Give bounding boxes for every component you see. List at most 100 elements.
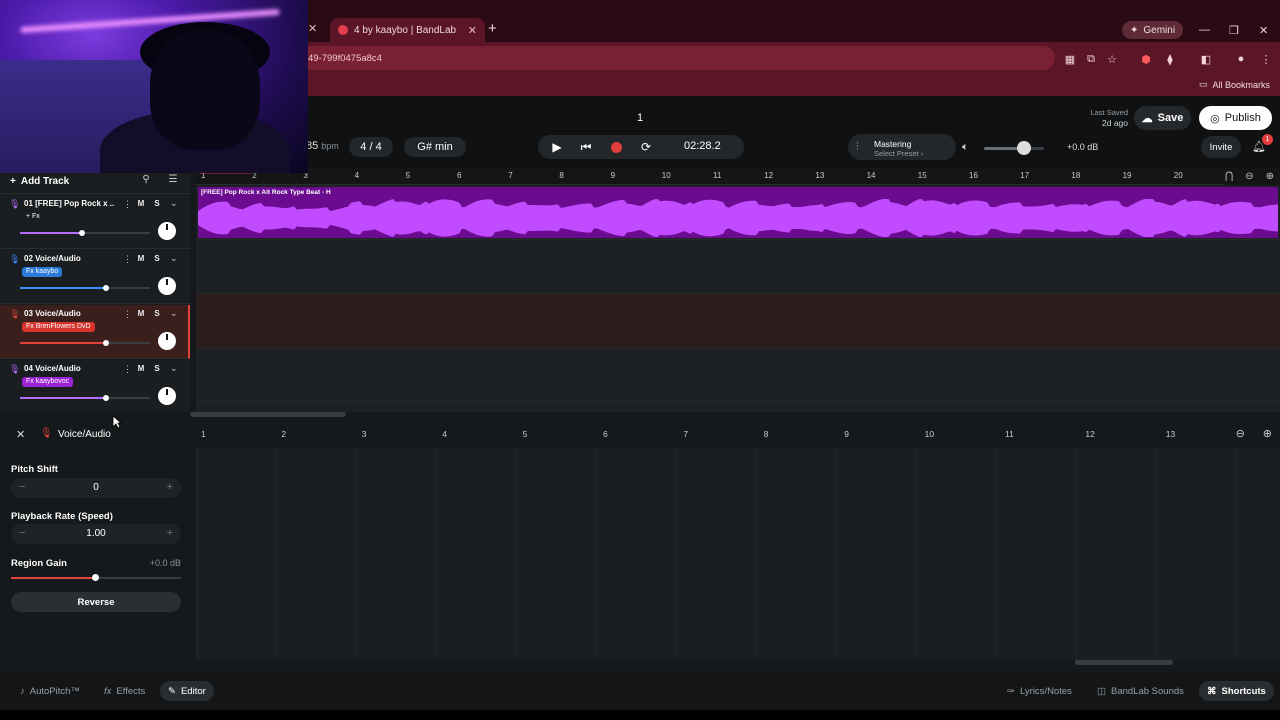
master-volume-knob[interactable] (1017, 141, 1031, 155)
editor-zoom-in-icon[interactable]: ⊕ (1263, 427, 1272, 440)
arrangement-scrollbar[interactable] (190, 412, 346, 417)
track-volume-knob[interactable] (102, 340, 109, 346)
track-header[interactable]: 🎙︎ 03 Voice/Audio Fx BrenFlowers DvD ⋮ M S ⌄ (0, 305, 190, 359)
track-fx-chip[interactable]: Fx kaaybovoc (22, 377, 74, 387)
track-pan-knob[interactable] (158, 332, 176, 350)
close-window-icon[interactable]: ✕ (1259, 24, 1268, 37)
magnet-snap-icon[interactable]: ⋂ (1225, 171, 1233, 182)
track-volume-slider[interactable] (20, 397, 150, 399)
track-pan-knob[interactable] (158, 222, 176, 240)
skip-to-start-icon[interactable]: ⏮ (577, 138, 595, 156)
mute-button[interactable]: M (135, 254, 147, 263)
all-bookmarks-button[interactable]: ▭ All Bookmarks (1199, 79, 1270, 90)
close-editor-icon[interactable]: ✕ (16, 428, 25, 441)
url-field[interactable]: 49-799f0475a8c4 (300, 46, 1055, 70)
editor-scrollbar[interactable] (1075, 660, 1173, 665)
track-volume-knob[interactable] (102, 395, 109, 401)
invite-button[interactable]: Invite (1201, 136, 1241, 158)
track-menu-icon[interactable]: ⋮ (123, 309, 132, 320)
play-icon[interactable]: ▶ (548, 138, 566, 156)
track-lane-2[interactable] (196, 240, 1280, 294)
track-header[interactable]: 🎙︎ 04 Voice/Audio Fx kaaybovoc ⋮ M S ⌄ (0, 360, 190, 412)
chevron-down-icon[interactable]: ⌄ (170, 253, 178, 264)
speaker-icon[interactable]: 🔈︎ (962, 141, 969, 154)
side-panel-icon[interactable]: ◧ (1199, 52, 1213, 66)
track-name[interactable]: 01 [FREE] Pop Rock x ... (24, 199, 114, 208)
track-name[interactable]: 04 Voice/Audio (24, 364, 114, 373)
zoom-in-icon[interactable]: ⊕ (1266, 171, 1274, 182)
solo-button[interactable]: S (151, 309, 163, 318)
minimize-icon[interactable]: — (1199, 24, 1210, 36)
track-pan-knob[interactable] (158, 387, 176, 405)
profile-avatar-icon[interactable]: ● (1234, 52, 1248, 66)
rate-increase-icon[interactable]: + (167, 527, 173, 539)
track-pan-knob[interactable] (158, 277, 176, 295)
key-button[interactable]: G# min (404, 137, 466, 157)
mute-button[interactable]: M (135, 199, 147, 208)
browser-menu-icon[interactable]: ⋮ (1259, 52, 1273, 66)
track-header[interactable]: 🎙︎ 01 [FREE] Pop Rock x ... + Fx ⋮ M S ⌄ (0, 195, 190, 249)
record-button[interactable] (607, 138, 625, 156)
tab-close-icon[interactable]: ✕ (468, 24, 477, 37)
solo-button[interactable]: S (151, 199, 163, 208)
previous-tab-close-icon[interactable]: ✕ (308, 22, 317, 35)
reverse-button[interactable]: Reverse (11, 592, 181, 612)
effects-tab[interactable]: fx Effects (96, 681, 153, 701)
track-volume-slider[interactable] (20, 287, 150, 289)
lyrics-notes-tab[interactable]: ✑ Lyrics/Notes (999, 681, 1080, 701)
mute-button[interactable]: M (135, 309, 147, 318)
track-name[interactable]: 02 Voice/Audio (24, 254, 114, 263)
mixer-icon[interactable]: ☰ (166, 174, 180, 188)
tempo-control[interactable]: 85 bpm (306, 140, 339, 152)
chevron-down-icon[interactable]: ⌄ (170, 308, 178, 319)
editor-grid-area[interactable] (196, 448, 1280, 660)
track-lane-3[interactable] (196, 294, 1280, 348)
track-fx-chip[interactable]: + Fx (22, 212, 44, 222)
track-menu-icon[interactable]: ⋮ (123, 364, 132, 375)
track-header[interactable]: 🎙︎ 02 Voice/Audio Fx kaaybo ⋮ M S ⌄ (0, 250, 190, 304)
mute-button[interactable]: M (135, 364, 147, 373)
shortcuts-button[interactable]: ⌘ Shortcuts (1199, 681, 1274, 701)
adblock-icon[interactable]: ⬢ (1139, 52, 1153, 66)
track-volume-knob[interactable] (79, 230, 86, 236)
bandlab-sounds-tab[interactable]: ◫ BandLab Sounds (1089, 681, 1192, 701)
timeline-ruler[interactable]: 1 2 3 4 5 6 7 8 9 10 11 12 13 14 15 16 17 18 19 20 (196, 168, 1280, 185)
track-lane-1[interactable]: [FREE] Pop Rock x Alt Rock Type Beat - H (196, 186, 1280, 240)
reading-mode-icon[interactable]: ▦ (1063, 52, 1077, 66)
save-button[interactable]: ☁ Save (1134, 106, 1191, 130)
track-name[interactable]: 03 Voice/Audio (24, 309, 114, 318)
publish-button[interactable]: ◎ Publish (1199, 106, 1272, 130)
zoom-out-icon[interactable]: ⊖ (1245, 171, 1253, 182)
autopitch-tab[interactable]: ♪ AutoPitch™ (12, 681, 88, 701)
browser-tab-bandlab[interactable]: 4 by kaaybo | BandLab ✕ (330, 18, 485, 42)
track-fx-chip[interactable]: Fx kaaybo (22, 267, 63, 277)
audio-region[interactable]: [FREE] Pop Rock x Alt Rock Type Beat - H (198, 187, 1278, 238)
extensions-icon[interactable]: ⧫ (1163, 52, 1177, 66)
mastering-button[interactable]: ⫶ Mastering Select Preset › (848, 134, 956, 160)
bookmark-star-icon[interactable]: ☆ (1105, 52, 1119, 66)
cast-icon[interactable]: ⧉ (1084, 52, 1098, 66)
time-signature-button[interactable]: 4 / 4 (349, 137, 393, 157)
master-volume-slider[interactable] (984, 147, 1044, 150)
editor-tab[interactable]: ✎ Editor (160, 681, 214, 701)
track-volume-slider[interactable] (20, 342, 150, 344)
chevron-down-icon[interactable]: ⌄ (170, 198, 178, 209)
chevron-down-icon[interactable]: ⌄ (170, 363, 178, 374)
tuner-icon[interactable]: ⚲ (139, 174, 153, 188)
solo-button[interactable]: S (151, 364, 163, 373)
solo-button[interactable]: S (151, 254, 163, 263)
gemini-button[interactable]: ✦ Gemini (1122, 21, 1184, 39)
track-fx-chip[interactable]: Fx BrenFlowers DvD (22, 322, 95, 332)
restore-icon[interactable]: ❐ (1229, 24, 1239, 37)
loop-icon[interactable]: ⟳ (637, 138, 655, 156)
region-editor-grid[interactable]: 1 2 3 4 5 6 7 8 9 10 11 12 13 ⊖ ⊕ (196, 420, 1280, 660)
track-lane-4[interactable] (196, 348, 1280, 402)
pitch-increase-icon[interactable]: + (167, 481, 173, 493)
add-track-button[interactable]: + Add Track (10, 172, 69, 190)
editor-zoom-out-icon[interactable]: ⊖ (1236, 427, 1245, 440)
new-tab-icon[interactable]: + (488, 20, 497, 37)
track-menu-icon[interactable]: ⋮ (123, 254, 132, 265)
track-volume-knob[interactable] (102, 285, 109, 291)
pitch-shift-stepper[interactable]: − 0 + (11, 478, 181, 498)
track-menu-icon[interactable]: ⋮ (123, 199, 132, 210)
